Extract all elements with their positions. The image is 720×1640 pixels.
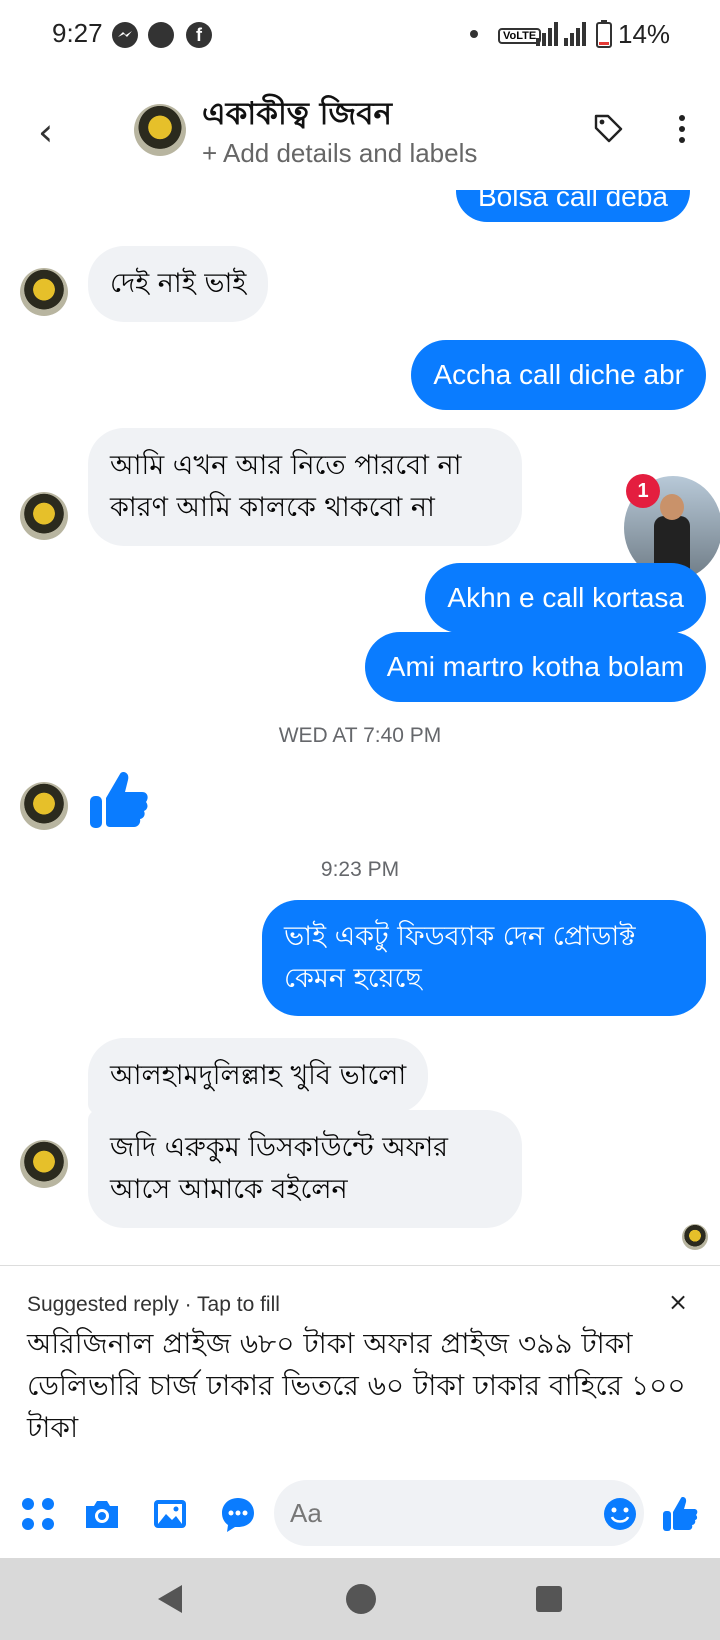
back-nav-icon[interactable] xyxy=(154,1582,186,1616)
facebook-icon: f xyxy=(186,22,212,48)
volte-badge: VoLTE xyxy=(498,24,542,44)
message-incoming[interactable]: জদি এরুকুম ডিসকাউন্টে অফার আসে আমাকে বইল… xyxy=(88,1110,522,1228)
sender-avatar xyxy=(20,492,68,540)
message-input-placeholder: Aa xyxy=(290,1498,322,1528)
notification-dot-icon xyxy=(470,30,478,38)
home-nav-icon[interactable] xyxy=(346,1584,376,1614)
thumbs-up-icon[interactable] xyxy=(86,768,150,832)
add-details-link[interactable]: + Add details and labels xyxy=(202,138,477,169)
chat-head-badge: 1 xyxy=(626,474,660,508)
message-incoming[interactable]: আলহামদুলিল্লাহ খুবি ভালো xyxy=(88,1038,429,1114)
messenger-icon xyxy=(112,22,138,48)
recents-nav-icon[interactable] xyxy=(536,1586,562,1612)
seen-receipt-avatar xyxy=(682,1224,708,1250)
message-incoming[interactable]: আমি এখন আর নিতে পারবো না কারণ আমি কালকে … xyxy=(88,428,522,546)
status-bar: 9:27 f VoLTE 14% xyxy=(0,0,720,70)
battery-icon xyxy=(596,20,612,48)
close-icon[interactable]: × xyxy=(668,1288,688,1316)
status-time: 9:27 xyxy=(52,18,103,48)
timestamp: 9:23 PM xyxy=(320,858,400,881)
gallery-icon[interactable] xyxy=(150,1494,190,1534)
emoji-icon[interactable] xyxy=(600,1494,640,1534)
battery-percent: 14% xyxy=(618,19,671,49)
message-outgoing[interactable]: Akhn e call kortasa xyxy=(425,563,706,633)
chat-bubble-icon[interactable] xyxy=(218,1494,258,1534)
message-outgoing[interactable]: ভাই একটু ফিডব্যাক দেন প্রোডাক্ট কেমন হয়… xyxy=(262,900,706,1016)
message-incoming[interactable]: দেই নাই ভাই xyxy=(88,246,269,322)
sender-avatar xyxy=(20,268,68,316)
circle-icon xyxy=(148,22,174,48)
message-input[interactable] xyxy=(274,1480,644,1546)
sender-avatar xyxy=(20,1140,68,1188)
sender-avatar xyxy=(20,782,68,830)
suggested-reply-label: Suggested reply · Tap to fill xyxy=(27,1293,280,1316)
more-options-icon[interactable] xyxy=(678,112,686,148)
tag-icon[interactable] xyxy=(592,112,624,144)
contact-name[interactable]: একাকীত্ব জিবন xyxy=(202,90,392,142)
apps-grid-icon[interactable] xyxy=(18,1494,58,1534)
timestamp: WED AT 7:40 PM xyxy=(278,724,442,747)
message-outgoing[interactable]: Ami martro kotha bolam xyxy=(364,632,706,702)
like-button-icon[interactable] xyxy=(660,1494,700,1534)
suggested-reply-text[interactable]: অরিজিনাল প্রাইজ ৬৮০ টাকা অফার প্রাইজ ৩৯৯… xyxy=(27,1323,697,1449)
back-arrow-icon[interactable]: ‹ xyxy=(38,110,53,154)
camera-icon[interactable] xyxy=(82,1494,122,1534)
message-outgoing[interactable]: Accha call diche abr xyxy=(411,340,706,410)
contact-avatar[interactable] xyxy=(134,104,186,156)
signal-icon xyxy=(536,22,586,46)
